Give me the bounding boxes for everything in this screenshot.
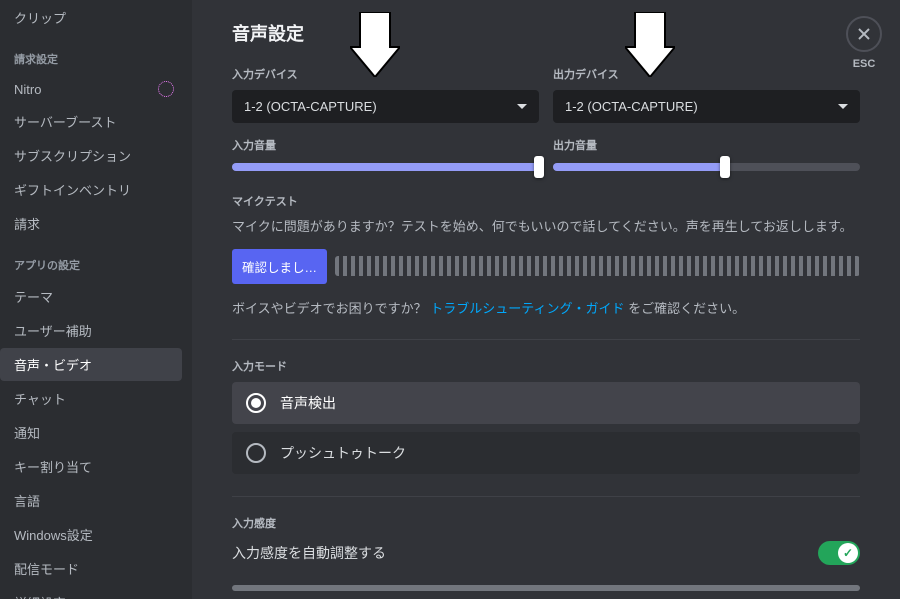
settings-sidebar: クリップ請求設定 Nitro サーバーブーストサブスクリプションギフトインベントリ請… [0, 0, 192, 599]
radio-checked-icon [246, 393, 266, 413]
sidebar-item-label: 通知 [14, 423, 40, 442]
sidebar-item[interactable]: ギフトインベントリ [0, 173, 182, 206]
sidebar-item-label: キー割り当て [14, 457, 92, 476]
close-region: ESC [846, 16, 882, 70]
chevron-down-icon [838, 104, 848, 109]
close-icon [856, 26, 872, 42]
sidebar-item-label: チャット [14, 389, 66, 408]
input-mode-push-to-talk[interactable]: プッシュトゥトーク [232, 432, 860, 474]
input-mode-label: 入力モード [232, 358, 860, 374]
auto-sensitivity-toggle[interactable]: ✓ [818, 541, 860, 565]
sidebar-item[interactable]: Windows設定 [0, 518, 182, 551]
divider [232, 339, 860, 340]
nitro-icon [158, 81, 174, 97]
output-device-select[interactable]: 1-2 (OCTA-CAPTURE) [553, 90, 860, 123]
close-button[interactable] [846, 16, 882, 52]
slider-thumb[interactable] [720, 156, 730, 178]
sidebar-category: 請求設定 [0, 35, 182, 73]
sidebar-item-label: ユーザー補助 [14, 321, 92, 340]
sidebar-item-label: 配信モード [14, 559, 79, 578]
sidebar-item[interactable]: 言語 [0, 484, 182, 517]
input-volume-slider[interactable] [232, 163, 539, 171]
sidebar-item[interactable]: 配信モード [0, 552, 182, 585]
input-device-value: 1-2 (OCTA-CAPTURE) [244, 99, 377, 114]
esc-label: ESC [846, 58, 882, 70]
mic-test-description: マイクに問題がありますか？テストを始め、何でもいいので話してください。声を再生し… [232, 217, 860, 237]
sidebar-category: アプリの設定 [0, 241, 182, 279]
sidebar-item[interactable]: キー割り当て [0, 450, 182, 483]
sidebar-item-label: サブスクリプション [14, 146, 131, 165]
troubleshoot-link[interactable]: トラブルシューティング・ガイド [430, 301, 624, 316]
sidebar-item[interactable]: 通知 [0, 416, 182, 449]
annotation-arrow-icon [625, 12, 675, 77]
slider-fill [553, 163, 725, 171]
sidebar-item-label: Nitro [14, 82, 41, 97]
radio-label: プッシュトゥトーク [280, 443, 406, 463]
mic-level-meter [335, 256, 860, 276]
sidebar-item[interactable]: Nitro [0, 74, 182, 104]
sidebar-item-label: 言語 [14, 491, 40, 510]
sidebar-item-label: Windows設定 [14, 525, 93, 544]
input-volume-label: 入力音量 [232, 137, 539, 153]
sidebar-item[interactable]: クリップ [0, 1, 182, 34]
sidebar-item-label: 請求 [14, 214, 40, 233]
chevron-down-icon [517, 104, 527, 109]
troubleshoot-text: ボイスやビデオでお困りですか？ トラブルシューティング・ガイド をご確認ください… [232, 298, 860, 317]
radio-unchecked-icon [246, 443, 266, 463]
output-device-label: 出力デバイス [553, 66, 860, 82]
output-device-value: 1-2 (OCTA-CAPTURE) [565, 99, 698, 114]
sidebar-item-label: テーマ [14, 287, 53, 306]
radio-label: 音声検出 [280, 393, 336, 413]
mic-test-button[interactable]: 確認しまし… [232, 249, 327, 284]
output-volume-slider[interactable] [553, 163, 860, 171]
sidebar-item[interactable]: サブスクリプション [0, 139, 182, 172]
sidebar-item[interactable]: サーバーブースト [0, 105, 182, 138]
input-sensitivity-label: 入力感度 [232, 515, 860, 531]
mic-test-label: マイクテスト [232, 193, 860, 209]
sidebar-item-label: 詳細設定 [14, 593, 66, 599]
input-mode-voice-activity[interactable]: 音声検出 [232, 382, 860, 424]
sidebar-item-label: ギフトインベントリ [14, 180, 131, 199]
sidebar-item[interactable]: 音声・ビデオ [0, 348, 182, 381]
sidebar-item-label: クリップ [14, 8, 66, 27]
slider-thumb[interactable] [534, 156, 544, 178]
sidebar-item-label: サーバーブースト [14, 112, 116, 131]
page-title: 音声設定 [232, 20, 860, 46]
annotation-arrow-icon [350, 12, 400, 77]
sidebar-item[interactable]: テーマ [0, 280, 182, 313]
settings-content: 音声設定 入力デバイス 1-2 (OCTA-CAPTURE) 出力デバイス 1-… [192, 0, 900, 599]
toggle-thumb: ✓ [838, 543, 858, 563]
sidebar-item[interactable]: 詳細設定 [0, 586, 182, 599]
auto-sensitivity-label: 入力感度を自動調整する [232, 543, 386, 563]
sidebar-item-label: 音声・ビデオ [14, 355, 92, 374]
check-icon: ✓ [843, 546, 853, 560]
sensitivity-indicator [232, 585, 860, 591]
output-volume-label: 出力音量 [553, 137, 860, 153]
sidebar-item[interactable]: ユーザー補助 [0, 314, 182, 347]
sidebar-item[interactable]: チャット [0, 382, 182, 415]
sidebar-item[interactable]: 請求 [0, 207, 182, 240]
divider [232, 496, 860, 497]
input-device-select[interactable]: 1-2 (OCTA-CAPTURE) [232, 90, 539, 123]
slider-fill [232, 163, 539, 171]
